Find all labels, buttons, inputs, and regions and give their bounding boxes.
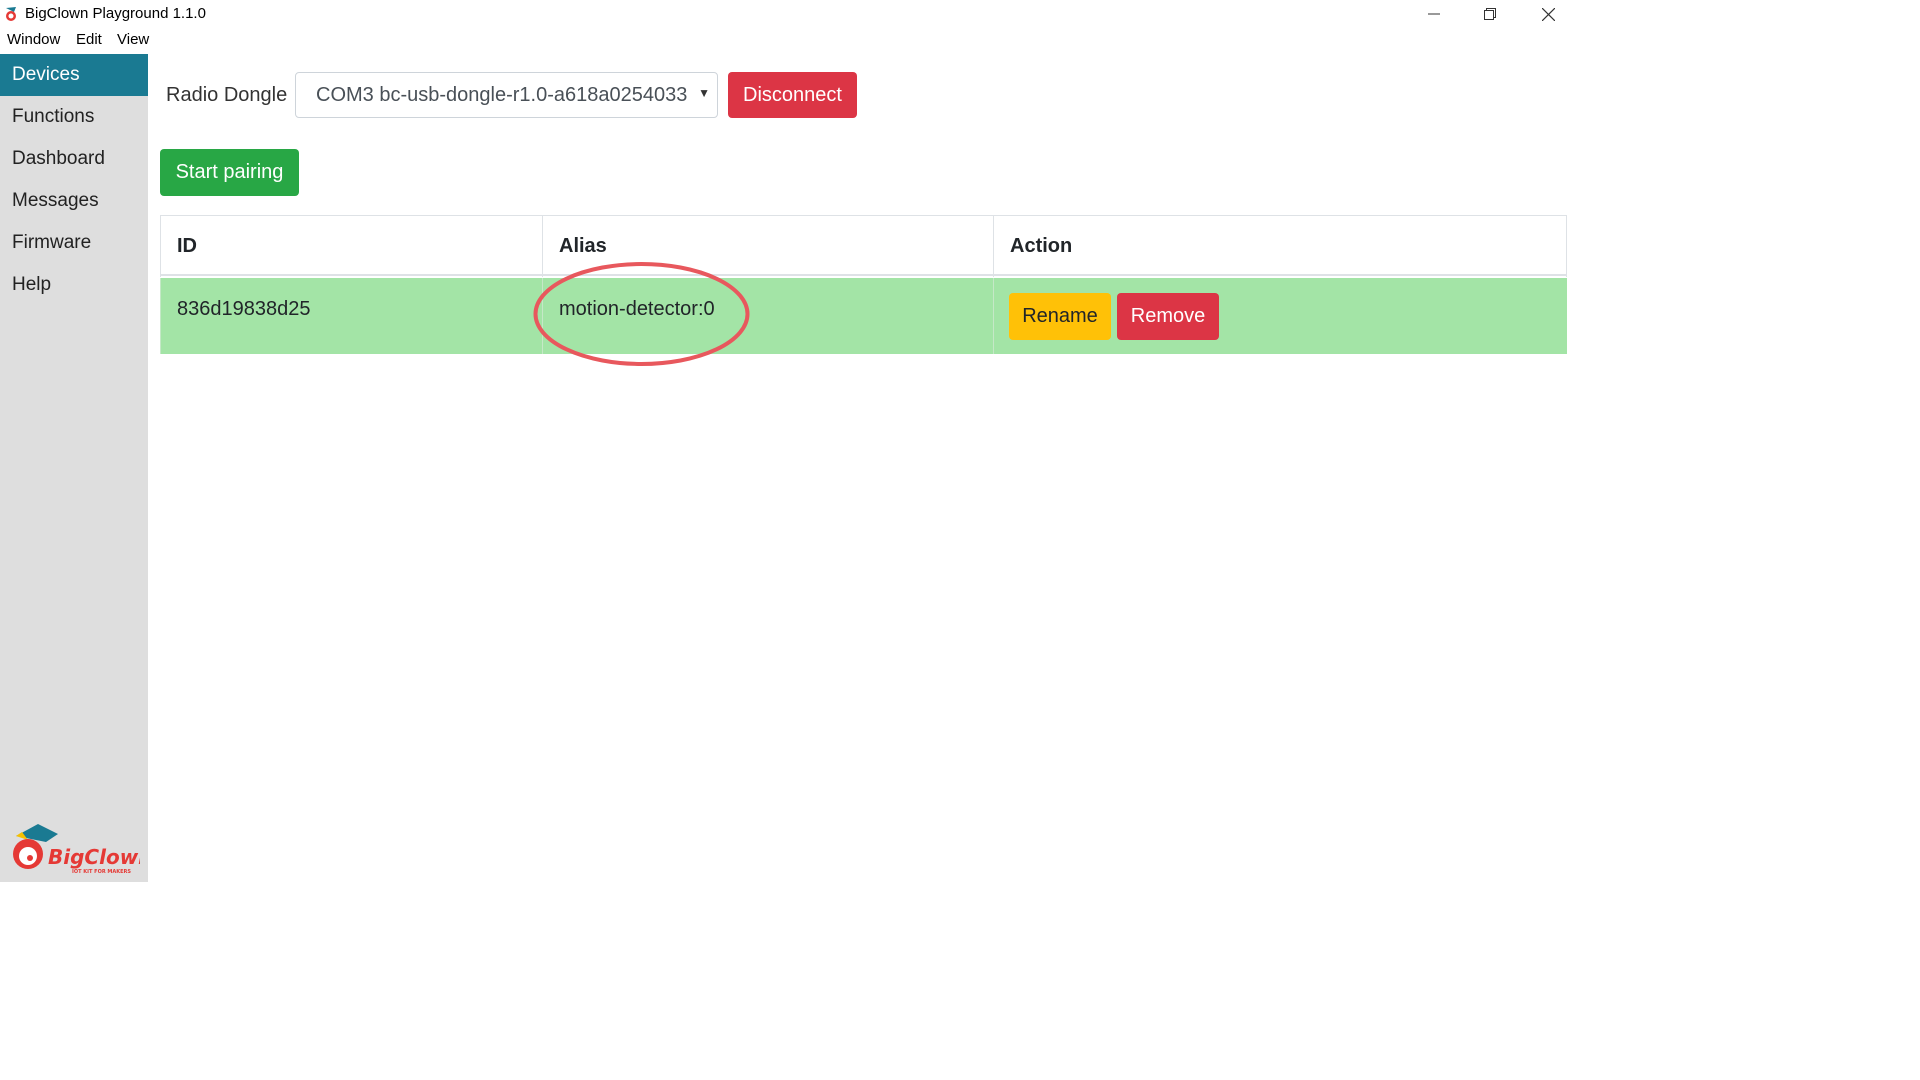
column-header-id: ID (160, 216, 542, 277)
rename-button[interactable]: Rename (1009, 293, 1111, 340)
radio-dongle-value: COM3 bc-usb-dongle-r1.0-a618a0254033 (316, 84, 688, 106)
window-title: BigClown Playground 1.1.0 (25, 5, 206, 22)
sidebar-item-devices[interactable]: Devices (0, 54, 148, 96)
column-header-action: Action (993, 216, 1567, 277)
sidebar: Devices Functions Dashboard Messages Fir… (0, 54, 148, 882)
restore-icon (1484, 8, 1496, 20)
menu-edit[interactable]: Edit (76, 31, 102, 48)
svg-text:IOT KIT FOR MAKERS: IOT KIT FOR MAKERS (72, 869, 131, 875)
sidebar-item-functions[interactable]: Functions (0, 96, 148, 138)
dropdown-arrow-icon: ▼ (698, 86, 710, 100)
close-icon (1541, 7, 1555, 21)
menu-bar: Window Edit View (0, 28, 1567, 52)
sidebar-item-messages[interactable]: Messages (0, 180, 148, 222)
device-id-cell: 836d19838d25 (160, 278, 542, 354)
svg-text:BigClown: BigClown (48, 845, 140, 869)
close-button[interactable] (1525, 0, 1571, 28)
table-row: 836d19838d25 motion-detector:0 Rename Re… (160, 278, 1567, 354)
menu-view[interactable]: View (117, 31, 149, 48)
disconnect-button[interactable]: Disconnect (728, 72, 857, 118)
menu-window[interactable]: Window (7, 31, 60, 48)
minimize-icon (1428, 13, 1440, 15)
minimize-button[interactable] (1411, 0, 1457, 28)
radio-dongle-select[interactable]: COM3 bc-usb-dongle-r1.0-a618a0254033 ▼ (295, 72, 718, 118)
bigclown-logo: BigClown IOT KIT FOR MAKERS (13, 824, 140, 875)
app-icon (6, 7, 16, 21)
sidebar-item-firmware[interactable]: Firmware (0, 222, 148, 264)
restore-button[interactable] (1467, 0, 1513, 28)
radio-dongle-label: Radio Dongle (166, 84, 288, 106)
remove-button[interactable]: Remove (1117, 293, 1219, 340)
sidebar-item-dashboard[interactable]: Dashboard (0, 138, 148, 180)
table-header: ID Alias Action (160, 215, 1567, 277)
title-bar: BigClown Playground 1.1.0 (0, 0, 1567, 28)
start-pairing-button[interactable]: Start pairing (160, 149, 299, 196)
annotation-circle (533, 262, 750, 366)
sidebar-item-help[interactable]: Help (0, 264, 148, 306)
